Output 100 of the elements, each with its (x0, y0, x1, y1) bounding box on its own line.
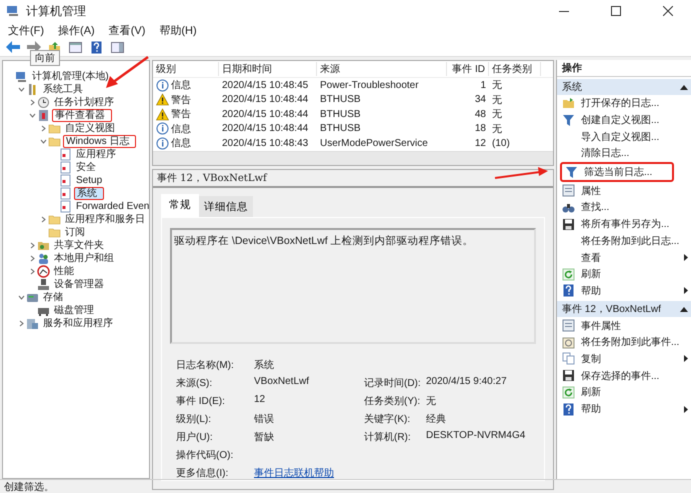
tree-item[interactable]: 磁盘管理 (52, 305, 96, 316)
menu-item[interactable]: 文件(F) (8, 22, 44, 38)
tree-item[interactable]: Windows 日志 (63, 135, 136, 148)
tab[interactable]: 详细信息 (199, 196, 253, 216)
scrollbar[interactable] (153, 150, 553, 164)
action-item[interactable]: 事件属性 (557, 317, 691, 334)
filter-icon (562, 114, 575, 127)
level-text: 警告 (171, 94, 191, 107)
event-viewer-icon (37, 109, 50, 122)
level-text: 警告 (171, 108, 191, 122)
table-cell-text: 2020/4/15 10:48:45 (221, 80, 310, 91)
column-header[interactable]: 日期和时间 (219, 62, 317, 76)
back-arrow-icon (6, 41, 20, 53)
tree-item[interactable]: 订阅 (63, 227, 87, 238)
action-item[interactable]: 复制 (557, 350, 691, 368)
table-cell-text: BTHUSB (319, 94, 362, 106)
action-item[interactable]: 将任务附加到此事件... (557, 334, 691, 351)
action-item[interactable]: 帮助 (557, 400, 691, 418)
table-cell-text: 无 (491, 79, 503, 92)
action-item[interactable]: 导入自定义视图... (557, 128, 691, 146)
tree-item[interactable]: 任务计划程序 (52, 97, 116, 108)
event-title: 事件 12，VBoxNetLwf (153, 170, 553, 188)
menu-item[interactable]: 查看(V) (108, 22, 146, 38)
field-value: VBoxNetLwf (254, 376, 310, 388)
task-icon (562, 336, 575, 349)
tree-item[interactable]: 事件查看器 (52, 109, 112, 122)
table-cell-text: BTHUSB (319, 108, 362, 120)
action-item[interactable]: 将所有事件另存为... (557, 216, 691, 232)
tree-item[interactable]: 系统工具 (41, 84, 85, 95)
help-icon (562, 284, 575, 298)
action-item[interactable]: 保存选择的事件... (557, 367, 691, 384)
tree-item[interactable]: Forwarded Even (74, 201, 149, 212)
back-button[interactable] (4, 38, 21, 56)
menu-item[interactable]: 操作(A) (58, 22, 95, 38)
action-item[interactable]: 属性 (557, 182, 691, 200)
refresh-icon (562, 386, 575, 399)
properties-icon (562, 184, 575, 198)
tree-item[interactable]: 计算机管理(本地) (30, 71, 111, 82)
field-label: 事件 ID(E): (176, 394, 226, 408)
maximize-icon (611, 6, 621, 16)
field-label: 操作代码(O): (176, 448, 234, 462)
column-header[interactable]: 事件 ID (447, 62, 489, 76)
chevron-right-icon[interactable] (18, 320, 24, 327)
field-label: 来源(S): (176, 376, 214, 390)
action-item[interactable]: 查看 (557, 249, 691, 266)
tree-item[interactable]: 性能 (52, 266, 76, 277)
tree-item[interactable]: 服务和应用程序 (41, 318, 115, 329)
table-cell-text: 18 (474, 123, 487, 134)
tree-item[interactable]: 共享文件夹 (52, 240, 106, 251)
action-item[interactable]: 清除日志... (557, 145, 691, 162)
tree-item[interactable]: 自定义视图 (63, 123, 117, 134)
section-header[interactable]: 事件 12，VBoxNetLwf (557, 301, 691, 318)
caret-up-icon (680, 306, 688, 312)
chevron-down-icon[interactable] (28, 112, 36, 119)
column-header[interactable]: 级别 (153, 62, 219, 76)
annotation-arrow (106, 56, 149, 88)
folder-icon (48, 122, 61, 135)
chevron-down-icon[interactable] (18, 86, 24, 93)
action-item[interactable]: 刷新 (557, 266, 691, 283)
action-item[interactable]: 刷新 (557, 384, 691, 401)
action-item[interactable]: 帮助 (557, 282, 691, 300)
chevron-down-icon[interactable] (18, 294, 24, 301)
action-item[interactable]: 将任务附加到此日志... (557, 232, 691, 250)
table-cell-text: 2020/4/15 10:48:44 (221, 108, 310, 120)
table-cell-text: 无 (491, 94, 503, 107)
tree-item[interactable]: 应用程序 (74, 149, 118, 160)
device-manager-icon (37, 278, 50, 291)
section-header[interactable]: 系统 (557, 79, 691, 95)
chevron-right-icon[interactable] (40, 216, 46, 223)
tree-item[interactable]: 系统 (74, 187, 104, 200)
shared-folder-icon (37, 239, 50, 252)
help-link[interactable]: 事件日志联机帮助 (254, 468, 334, 478)
window-icon (69, 40, 82, 54)
action-item[interactable]: 创建自定义视图... (557, 112, 691, 128)
action-item[interactable]: 查找... (557, 199, 691, 216)
tab[interactable]: 常规 (161, 194, 199, 216)
field-label: 更多信息(I): (176, 466, 230, 480)
field-label: 任务类别(Y): (364, 394, 422, 408)
chevron-right-icon[interactable] (28, 99, 36, 106)
info-icon (156, 136, 169, 150)
tree-item[interactable]: 安全 (74, 162, 98, 173)
column-header[interactable]: 来源 (317, 62, 447, 76)
tree-item[interactable]: 存储 (41, 292, 65, 303)
warning-icon (156, 108, 169, 121)
field-label: 级别(L): (176, 412, 212, 426)
action-item[interactable]: 筛选当前日志... (560, 162, 674, 182)
chevron-right-icon[interactable] (40, 125, 46, 132)
tree-item[interactable]: 应用程序和服务日 (63, 214, 147, 225)
table-cell-text: 无 (491, 122, 503, 136)
field-value: 12 (254, 394, 266, 406)
chevron-down-icon[interactable] (40, 138, 46, 145)
column-header[interactable]: 任务类别 (489, 62, 541, 76)
action-item[interactable]: 打开保存的日志... (557, 95, 691, 112)
field-label: 关键字(K): (364, 412, 412, 426)
tree-item[interactable]: 设备管理器 (52, 279, 106, 290)
tree-item[interactable]: 本地用户和组 (52, 253, 116, 264)
tree-item[interactable]: Setup (74, 175, 104, 186)
table-cell-text: 2020/4/15 10:48:44 (221, 94, 310, 106)
menu-item[interactable]: 帮助(H) (159, 22, 197, 38)
info-icon (156, 78, 169, 92)
